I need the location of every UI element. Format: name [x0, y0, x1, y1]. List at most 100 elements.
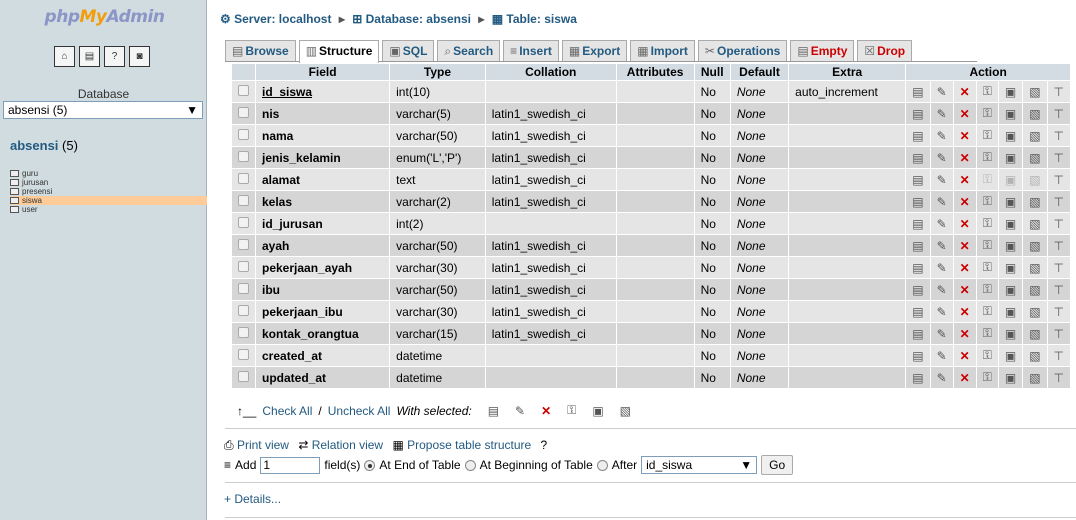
table-icon[interactable]: [10, 197, 19, 204]
tab-empty[interactable]: ▤ Empty: [790, 40, 855, 61]
unique-icon[interactable]: ▣: [1005, 195, 1016, 209]
sql-docs-icon[interactable]: ◙: [129, 46, 150, 67]
index-icon[interactable]: ▧: [1029, 217, 1040, 231]
col-field-header[interactable]: Field: [254, 63, 391, 81]
sidebar-table-item[interactable]: user: [10, 205, 207, 214]
change-icon[interactable]: ✎: [937, 173, 947, 187]
primary-key-icon[interactable]: ⚿: [983, 304, 992, 318]
index-icon[interactable]: ▧: [1029, 327, 1040, 341]
change-icon[interactable]: ✎: [937, 195, 947, 209]
unique-selected-icon[interactable]: ▣: [592, 404, 603, 418]
index-icon[interactable]: ▧: [1029, 283, 1040, 297]
row-checkbox[interactable]: [231, 168, 256, 191]
fulltext-icon[interactable]: ⊤: [1054, 327, 1064, 341]
checkbox[interactable]: [238, 238, 249, 250]
checkbox[interactable]: [238, 216, 249, 228]
sidebar-table-label[interactable]: user: [22, 205, 38, 214]
index-icon[interactable]: ▧: [1029, 239, 1040, 253]
drop-icon[interactable]: ✕: [960, 349, 970, 363]
fulltext-icon[interactable]: ⊤: [1054, 107, 1064, 121]
beginning-radio[interactable]: [464, 459, 476, 471]
breadcrumb-server[interactable]: Server: localhost: [234, 12, 331, 26]
after-radio[interactable]: [596, 459, 608, 471]
change-icon[interactable]: ✎: [937, 217, 947, 231]
row-checkbox[interactable]: [231, 322, 256, 345]
docs-icon[interactable]: ?: [104, 46, 125, 67]
fulltext-icon[interactable]: ⊤: [1054, 305, 1064, 319]
checkbox[interactable]: [238, 260, 249, 272]
index-icon[interactable]: ▧: [1029, 261, 1040, 275]
drop-icon[interactable]: ✕: [960, 107, 970, 121]
browse-distinct-icon[interactable]: ▤: [912, 239, 923, 253]
unique-icon[interactable]: ▣: [1005, 349, 1016, 363]
phpmyadmin-logo[interactable]: phpMyAdmin: [12, 7, 197, 27]
change-icon[interactable]: ✎: [937, 85, 947, 99]
primary-key-icon[interactable]: ⚿: [983, 260, 992, 274]
unique-icon[interactable]: ▣: [1005, 283, 1016, 297]
browse-distinct-icon[interactable]: ▤: [912, 283, 923, 297]
fulltext-icon[interactable]: ⊤: [1054, 371, 1064, 385]
browse-distinct-icon[interactable]: ▤: [912, 349, 923, 363]
tab-import[interactable]: ▦ Import: [630, 40, 695, 61]
sidebar-table-item[interactable]: siswa: [10, 196, 207, 205]
row-checkbox[interactable]: [231, 190, 256, 213]
checkbox[interactable]: [238, 194, 249, 206]
row-checkbox[interactable]: [231, 300, 256, 323]
drop-icon[interactable]: ✕: [960, 239, 970, 253]
fulltext-icon[interactable]: ⊤: [1054, 239, 1064, 253]
browse-distinct-icon[interactable]: ▤: [912, 151, 923, 165]
after-field-select[interactable]: id_siswa ▼: [641, 456, 758, 474]
change-icon[interactable]: ✎: [937, 107, 947, 121]
unique-icon[interactable]: ▣: [1005, 107, 1016, 121]
col-type-header[interactable]: Type: [389, 63, 486, 81]
primary-key-icon[interactable]: ⚿: [983, 216, 992, 230]
fulltext-icon[interactable]: ⊤: [1054, 261, 1064, 275]
primary-key-icon[interactable]: ⚿: [983, 84, 992, 98]
drop-icon[interactable]: ✕: [960, 195, 970, 209]
propose-structure-link[interactable]: Propose table structure: [407, 438, 531, 452]
tab-structure[interactable]: ▥ Structure: [298, 40, 380, 63]
primary-key-icon[interactable]: ⚿: [983, 282, 992, 296]
sidebar-table-label[interactable]: jurusan: [22, 178, 48, 187]
browse-distinct-icon[interactable]: ▤: [912, 217, 923, 231]
fulltext-icon[interactable]: ⊤: [1054, 283, 1064, 297]
drop-icon[interactable]: ✕: [960, 327, 970, 341]
unique-icon[interactable]: ▣: [1005, 173, 1016, 187]
drop-icon[interactable]: ✕: [960, 283, 970, 297]
add-field-count-input[interactable]: [260, 456, 321, 474]
sidebar-table-label[interactable]: guru: [22, 169, 38, 178]
home-icon[interactable]: ⌂: [54, 46, 75, 67]
database-link[interactable]: absensi: [10, 138, 58, 153]
row-checkbox[interactable]: [231, 256, 256, 279]
unique-icon[interactable]: ▣: [1005, 239, 1016, 253]
drop-icon[interactable]: ✕: [960, 305, 970, 319]
index-icon[interactable]: ▧: [1029, 305, 1040, 319]
browse-distinct-icon[interactable]: ▤: [912, 327, 923, 341]
index-icon[interactable]: ▧: [1029, 371, 1040, 385]
browse-distinct-icon[interactable]: ▤: [912, 195, 923, 209]
print-view-link[interactable]: Print view: [237, 438, 289, 452]
index-icon[interactable]: ▧: [1029, 173, 1040, 187]
fulltext-icon[interactable]: ⊤: [1054, 151, 1064, 165]
unique-icon[interactable]: ▣: [1005, 151, 1016, 165]
table-icon[interactable]: [10, 188, 19, 195]
change-icon[interactable]: ✎: [937, 327, 947, 341]
sql-query-icon[interactable]: ▤: [79, 46, 100, 67]
drop-icon[interactable]: ✕: [960, 173, 970, 187]
col-collation-header[interactable]: Collation: [484, 63, 617, 81]
index-icon[interactable]: ▧: [1029, 349, 1040, 363]
fulltext-icon[interactable]: ⊤: [1054, 349, 1064, 363]
index-icon[interactable]: ▧: [1029, 195, 1040, 209]
checkbox[interactable]: [238, 106, 249, 118]
col-attributes-header[interactable]: Attributes: [615, 63, 695, 81]
index-selected-icon[interactable]: ▧: [620, 404, 631, 418]
change-icon[interactable]: ✎: [937, 129, 947, 143]
primary-key-icon[interactable]: ⚿: [983, 326, 992, 340]
checkbox[interactable]: [238, 370, 249, 382]
unique-icon[interactable]: ▣: [1005, 85, 1016, 99]
browse-distinct-icon[interactable]: ▤: [912, 107, 923, 121]
database-select[interactable]: absensi (5) ▼: [3, 101, 203, 119]
checkbox[interactable]: [238, 282, 249, 294]
drop-selected-icon[interactable]: ✕: [541, 404, 551, 418]
row-checkbox[interactable]: [231, 212, 256, 235]
